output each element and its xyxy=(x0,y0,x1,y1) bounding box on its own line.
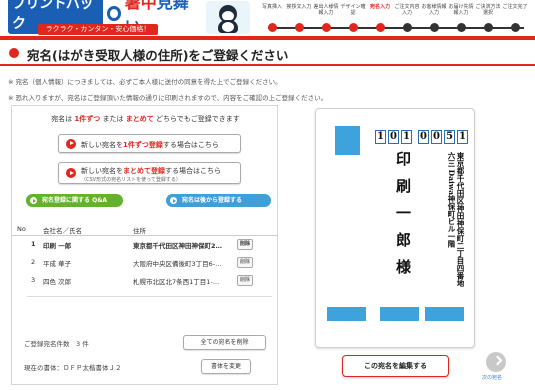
zip-digit: 5 xyxy=(444,130,455,144)
zip-digit: 1 xyxy=(457,130,468,144)
table-row[interactable]: 1 印刷 一郎 東京都千代田区神田神保町2… 削除 xyxy=(11,237,278,252)
address-table-header: No 会社名／氏名 住所 xyxy=(11,222,278,236)
page-title: 宛名(はがき受取人様の住所)をご登録ください xyxy=(27,48,289,63)
step-dot xyxy=(295,23,304,32)
step-label: 差出人様情報入力 xyxy=(313,4,339,16)
zip-digit: 1 xyxy=(401,130,412,144)
step-label: 写真挿入 xyxy=(261,4,282,10)
arrow-circle-icon xyxy=(170,197,177,204)
step-label: お客様情報入力 xyxy=(421,4,447,16)
delete-button[interactable]: 削除 xyxy=(237,239,253,250)
current-font: 現在の書体：ＤＦＰ太楷書体Ｊ２ xyxy=(24,364,122,372)
step-dot xyxy=(484,23,493,32)
logo-circle-icon xyxy=(106,5,121,21)
progress-steps: 写真挿入 挨拶文入力 差出人様情報入力 デザイン確認 宛名入力 ご注文内容入力 … xyxy=(258,2,530,34)
address-count: ご登録宛名件数 3 件 xyxy=(24,340,89,348)
step-label: ご決済方法選択 xyxy=(475,4,501,16)
step-label-active: 宛名入力 xyxy=(369,4,390,10)
step-label: ご注文内容入力 xyxy=(394,4,420,16)
step-dot xyxy=(457,23,466,32)
add-bulk-address-button[interactable]: 新しい宛名をまとめて登録する場合はこちら （CSV形式の宛名リストを使って登録する… xyxy=(58,162,241,184)
print-note: ※ 恐れ入りますが、宛名はご登録頂いた情報の通りに印刷されますので、内容をご確認… xyxy=(8,94,328,102)
delete-all-button[interactable]: 全ての宛名を削除 xyxy=(183,335,266,350)
change-font-button[interactable]: 書体を変更 xyxy=(201,359,251,374)
delete-button[interactable]: 削除 xyxy=(237,275,253,286)
zip-digit: 0 xyxy=(388,130,399,144)
page-title-bar: 宛名(はがき受取人様の住所)をご登録ください xyxy=(0,40,535,66)
sender-area xyxy=(327,307,366,321)
step-dot-active xyxy=(376,23,385,32)
table-row[interactable]: 2 平成 華子 大阪府中央区備後町3丁目6-… 削除 xyxy=(11,255,278,270)
table-row[interactable]: 3 四色 次郎 札幌市北区北7条西1丁目1-… 削除 xyxy=(11,273,278,288)
penguin-mascot-icon xyxy=(206,1,250,34)
recipient-address: 東京都千代田区神田神保町二丁目四番地六三 Daiwa神保町ビル一階 xyxy=(447,152,465,287)
step-dot xyxy=(430,23,439,32)
recipient-name: 印刷一郎様 xyxy=(394,151,412,286)
site-header: プリントパック 暑中見舞い ラクラク・カンタン・安心価格！ 写真挿入 挨拶文入力… xyxy=(0,0,535,36)
play-arrow-icon xyxy=(66,138,76,149)
panel-caption: 宛名は 1件ずつ または まとめて どちらでもご登録できます xyxy=(51,115,240,123)
column-header: No xyxy=(17,225,26,233)
delete-button[interactable]: 削除 xyxy=(237,257,253,268)
zip-digit: 0 xyxy=(431,130,442,144)
play-arrow-icon xyxy=(66,168,76,178)
site-logo[interactable]: プリントパック 暑中見舞い ラクラク・カンタン・安心価格！ xyxy=(8,0,198,36)
step-dot xyxy=(349,23,358,32)
zip-digit: 0 xyxy=(418,130,429,144)
sender-area xyxy=(425,307,464,321)
step-label: デザイン確認 xyxy=(340,4,366,16)
zip-digit: 1 xyxy=(375,130,386,144)
sender-area xyxy=(380,307,419,321)
next-address-link[interactable]: 次の宛名 xyxy=(482,374,502,381)
consent-note: ※ 宛名（個人情報）につきましては、必ずご本人様に送付の同意を得た上でご登録くだ… xyxy=(8,78,282,86)
step-label: 挨拶文入力 xyxy=(286,4,312,10)
edit-address-button[interactable]: この宛名を編集する xyxy=(342,355,449,377)
add-single-address-button[interactable]: 新しい宛名を1件ずつ登録する場合はこちら xyxy=(58,134,241,153)
bullet-icon xyxy=(9,48,19,58)
step-dot xyxy=(511,23,520,32)
step-dot xyxy=(268,23,277,32)
column-header: 会社名／氏名 xyxy=(43,227,82,235)
step-label: お届け先情報入力 xyxy=(448,4,474,16)
arrow-circle-icon xyxy=(30,197,37,204)
column-header: 住所 xyxy=(133,227,146,235)
logo-subtitle: ラクラク・カンタン・安心価格！ xyxy=(38,24,158,35)
step-label: ご注文完了 xyxy=(502,4,528,10)
step-dot xyxy=(322,23,331,32)
register-later-link[interactable]: 宛名は後から登録する xyxy=(166,194,271,207)
address-qa-link[interactable]: 宛名登録に関する Q&A xyxy=(26,194,123,207)
stamp-area xyxy=(335,126,360,155)
step-dot xyxy=(403,23,412,32)
next-address-icon[interactable] xyxy=(486,352,506,372)
